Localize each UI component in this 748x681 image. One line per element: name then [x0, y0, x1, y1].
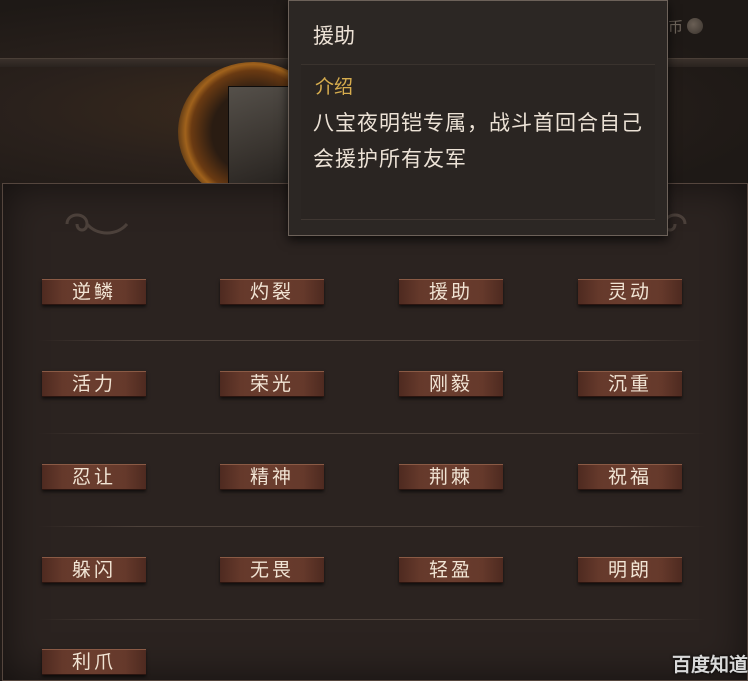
skill-button[interactable]: 援助 [399, 279, 503, 305]
skill-button[interactable]: 刚毅 [399, 371, 503, 397]
skill-tooltip: 援助 介绍 八宝夜明铠专属，战斗首回合自己会援护所有友军 [288, 0, 668, 236]
skill-button[interactable]: 躲闪 [42, 557, 146, 583]
currency-label: 币 [668, 17, 684, 36]
row-divider [38, 526, 706, 527]
skill-button[interactable]: 逆鳞 [42, 279, 146, 305]
skill-button[interactable]: 利爪 [42, 649, 146, 675]
tooltip-title: 援助 [313, 24, 355, 48]
watermark-logo: 百度知道 [672, 654, 748, 676]
skill-button[interactable]: 精神 [220, 464, 324, 490]
tooltip-subtitle: 介绍 [315, 76, 354, 98]
coin-icon [687, 18, 704, 34]
skill-button[interactable]: 祝福 [578, 464, 682, 490]
skill-panel [2, 183, 748, 681]
skill-button[interactable]: 无畏 [220, 557, 324, 583]
skill-button[interactable]: 荆棘 [399, 464, 503, 490]
cloud-ornament-icon [65, 213, 129, 235]
skill-button[interactable]: 沉重 [578, 371, 682, 397]
skill-button[interactable]: 灵动 [578, 279, 682, 305]
skill-button[interactable]: 灼裂 [220, 279, 324, 305]
tooltip-body: 介绍 八宝夜明铠专属，战斗首回合自己会援护所有友军 [301, 64, 655, 220]
row-divider [38, 340, 706, 341]
character-portrait[interactable] [228, 86, 292, 184]
skill-button[interactable]: 轻盈 [399, 557, 503, 583]
row-divider [38, 619, 706, 620]
row-divider [38, 433, 706, 434]
skill-button[interactable]: 活力 [42, 371, 146, 397]
tooltip-description: 八宝夜明铠专属，战斗首回合自己会援护所有友军 [313, 111, 643, 171]
skill-button[interactable]: 荣光 [220, 371, 324, 397]
skill-button[interactable]: 忍让 [42, 464, 146, 490]
currency-display: 币 [668, 14, 748, 38]
skill-button[interactable]: 明朗 [578, 557, 682, 583]
